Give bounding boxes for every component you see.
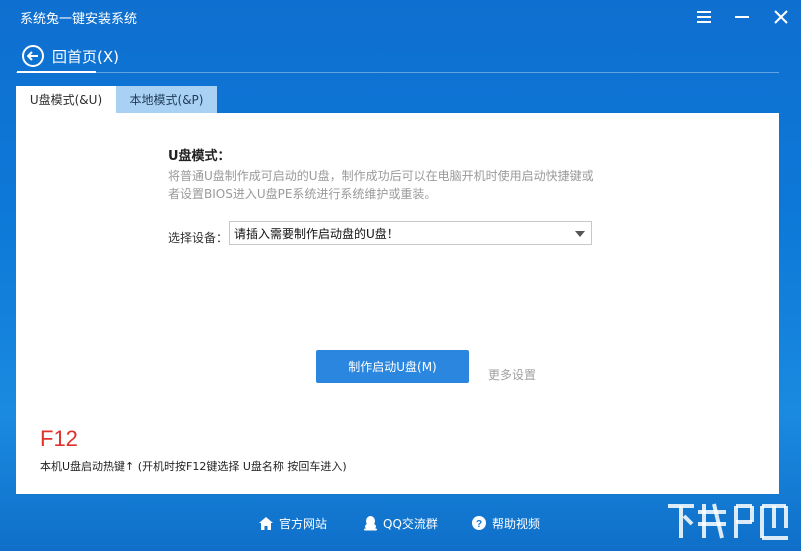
- back-arrow-icon: [22, 45, 44, 67]
- make-boot-usb-button[interactable]: 制作启动U盘(M): [316, 350, 469, 383]
- dropdown-arrow-icon: [575, 231, 585, 237]
- back-home-underline: [17, 71, 96, 73]
- hotkey-key: F12: [40, 426, 78, 451]
- close-button[interactable]: [766, 4, 796, 30]
- mode-description: 将普通U盘制作成可启动的U盘，制作成功后可以在电脑开机时使用启动快捷键或者设置B…: [168, 169, 594, 201]
- download-site-logo-icon: [662, 498, 792, 546]
- title-bar: 系统兔一键安装系统: [0, 0, 801, 34]
- back-home-button[interactable]: 回首页(X): [22, 42, 119, 70]
- close-icon: [774, 10, 788, 24]
- mode-title: U盘模式：: [168, 149, 231, 164]
- footer-help-video-link[interactable]: ? 帮助视频: [472, 514, 540, 532]
- header-divider: [16, 72, 779, 73]
- back-home-label: 回首页(X): [52, 47, 119, 66]
- footer-link-label: 帮助视频: [492, 516, 541, 531]
- usb-mode-panel: U盘模式： 将普通U盘制作成可启动的U盘，制作成功后可以在电脑开机时使用启动快捷…: [16, 113, 779, 494]
- home-icon: [259, 516, 273, 530]
- help-circle-icon: ?: [472, 516, 486, 530]
- mode-tabs: U盘模式(&U) 本地模式(&P): [16, 86, 217, 113]
- footer-qq-group-link[interactable]: QQ交流群: [364, 514, 438, 532]
- minimize-button[interactable]: [727, 4, 757, 30]
- device-select[interactable]: 请插入需要制作启动盘的U盘！: [229, 221, 592, 245]
- footer-official-site-link[interactable]: 官方网站: [259, 514, 327, 532]
- tab-usb-mode[interactable]: U盘模式(&U): [16, 86, 116, 113]
- footer-link-label: 官方网站: [279, 516, 328, 531]
- device-select-value: 请插入需要制作启动盘的U盘！: [234, 226, 399, 241]
- window-title: 系统兔一键安装系统: [20, 12, 138, 27]
- footer-link-label: QQ交流群: [383, 516, 438, 531]
- qq-penguin-icon: [364, 515, 377, 531]
- svg-text:?: ?: [476, 519, 482, 530]
- hotkey-hint: 本机U盘启动热键↑ (开机时按F12键选择 U盘名称 按回车进入): [40, 460, 347, 473]
- menu-button[interactable]: [689, 4, 719, 30]
- device-label: 选择设备：: [168, 231, 229, 245]
- tab-local-mode[interactable]: 本地模式(&P): [116, 86, 217, 113]
- more-settings-link[interactable]: 更多设置: [488, 366, 536, 383]
- minimize-icon: [735, 16, 749, 18]
- hamburger-icon: [697, 11, 711, 23]
